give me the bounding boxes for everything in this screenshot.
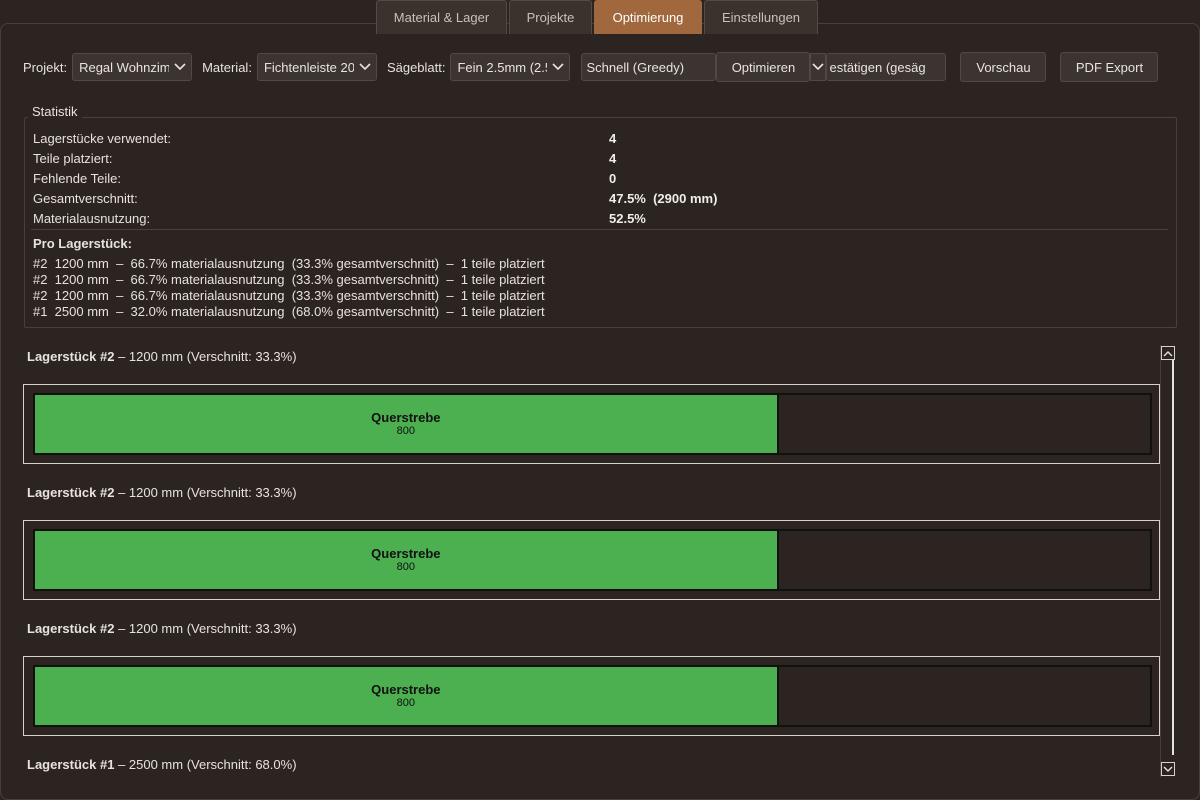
stock-bar: Querstrebe 800 <box>33 529 1152 591</box>
blade-label: Sägeblatt: <box>386 59 446 75</box>
material-select-value: Fichtenleiste 20 <box>263 59 355 75</box>
material-select[interactable]: Fichtenleiste 20 <box>256 53 377 81</box>
chevron-down-icon <box>811 54 826 80</box>
tab-projekte[interactable]: Projekte <box>509 0 592 34</box>
project-select[interactable]: Regal Wohnzimr <box>72 53 193 81</box>
stat-value: 0 <box>609 171 617 186</box>
blade-select[interactable]: Fein 2.5mm (2.5 <box>450 53 571 81</box>
part-name: Querstrebe <box>371 410 441 425</box>
stock-piece-title: Lagerstück #2 – 1200 mm (Verschnitt: 33.… <box>27 485 297 500</box>
part-length: 800 <box>396 561 416 573</box>
confirm-button[interactable]: estätigen (gesäg <box>826 53 947 81</box>
tab-bar: Material & Lager Projekte Optimierung Ei… <box>376 0 820 34</box>
optimize-button[interactable]: Optimieren <box>716 52 811 82</box>
toolbar: Projekt: Regal Wohnzimr Material: Fichte… <box>23 52 1178 82</box>
per-stock-line: #2 1200 mm – 66.7% materialausnutzung (3… <box>33 272 545 287</box>
tab-einstellungen[interactable]: Einstellungen <box>704 0 818 34</box>
stock-piece-title: Lagerstück #2 – 1200 mm (Verschnitt: 33.… <box>27 621 297 636</box>
part-length: 800 <box>396 425 416 437</box>
part-segment[interactable]: Querstrebe 800 <box>35 531 779 589</box>
chevron-down-icon[interactable] <box>1161 762 1175 776</box>
stat-label: Teile platziert: <box>33 151 113 166</box>
stat-label: Materialausnutzung: <box>33 211 151 226</box>
statistics-group: Lagerstücke verwendet: 4 Teile platziert… <box>24 117 1177 328</box>
blade-select-value: Fein 2.5mm (2.5 <box>457 59 553 75</box>
optimize-dropdown[interactable] <box>810 53 827 81</box>
stock-bar: Querstrebe 800 <box>33 665 1152 727</box>
per-stock-line: #1 2500 mm – 32.0% materialausnutzung (6… <box>33 304 545 319</box>
chevron-down-icon <box>353 54 376 80</box>
stock-piece-title: Lagerstück #1 – 2500 mm (Verschnitt: 68.… <box>27 757 297 772</box>
project-label: Projekt: <box>23 59 68 75</box>
chevron-down-icon <box>547 54 570 80</box>
confirm-button-label: estätigen (gesäg <box>829 59 926 75</box>
per-stock-line: #2 1200 mm – 66.7% materialausnutzung (3… <box>33 288 545 303</box>
algorithm-field[interactable]: Schnell (Greedy) <box>581 53 717 81</box>
per-stock-line: #2 1200 mm – 66.7% materialausnutzung (3… <box>33 256 545 271</box>
per-stock-title: Pro Lagerstück: <box>33 236 132 251</box>
part-name: Querstrebe <box>371 546 441 561</box>
stock-bar: Querstrebe 800 <box>33 393 1152 455</box>
project-select-value: Regal Wohnzimr <box>79 59 175 75</box>
pdf-export-button[interactable]: PDF Export <box>1060 52 1159 82</box>
chevron-down-icon <box>169 54 192 80</box>
stat-value: 4 <box>609 151 617 166</box>
tab-material-lager[interactable]: Material & Lager <box>376 0 507 34</box>
scrollbar-thumb[interactable] <box>1172 360 1174 755</box>
stat-value: 52.5% <box>609 211 646 226</box>
stock-piece-frame: Querstrebe 800 <box>23 384 1160 464</box>
stat-label: Gesamtverschnitt: <box>33 191 138 206</box>
chevron-up-icon[interactable] <box>1161 346 1175 360</box>
stock-piece-frame: Querstrebe 800 <box>23 520 1160 600</box>
statistics-title: Statistik <box>28 104 82 119</box>
stat-label: Fehlende Teile: <box>33 171 121 186</box>
part-name: Querstrebe <box>371 682 441 697</box>
divider <box>31 229 1168 230</box>
tab-optimierung[interactable]: Optimierung <box>594 0 702 34</box>
part-segment[interactable]: Querstrebe 800 <box>35 395 779 453</box>
preview-button[interactable]: Vorschau <box>960 52 1047 82</box>
stat-value: 4 <box>609 131 617 146</box>
part-segment[interactable]: Querstrebe 800 <box>35 667 779 725</box>
stock-piece-title: Lagerstück #2 – 1200 mm (Verschnitt: 33.… <box>27 349 297 364</box>
material-label: Material: <box>202 59 252 75</box>
algorithm-value: Schnell (Greedy) <box>586 59 685 75</box>
stat-label: Lagerstücke verwendet: <box>33 131 172 146</box>
stat-value: 47.5% (2900 mm) <box>609 191 718 206</box>
stock-piece-frame: Querstrebe 800 <box>23 656 1160 736</box>
part-length: 800 <box>396 697 416 709</box>
